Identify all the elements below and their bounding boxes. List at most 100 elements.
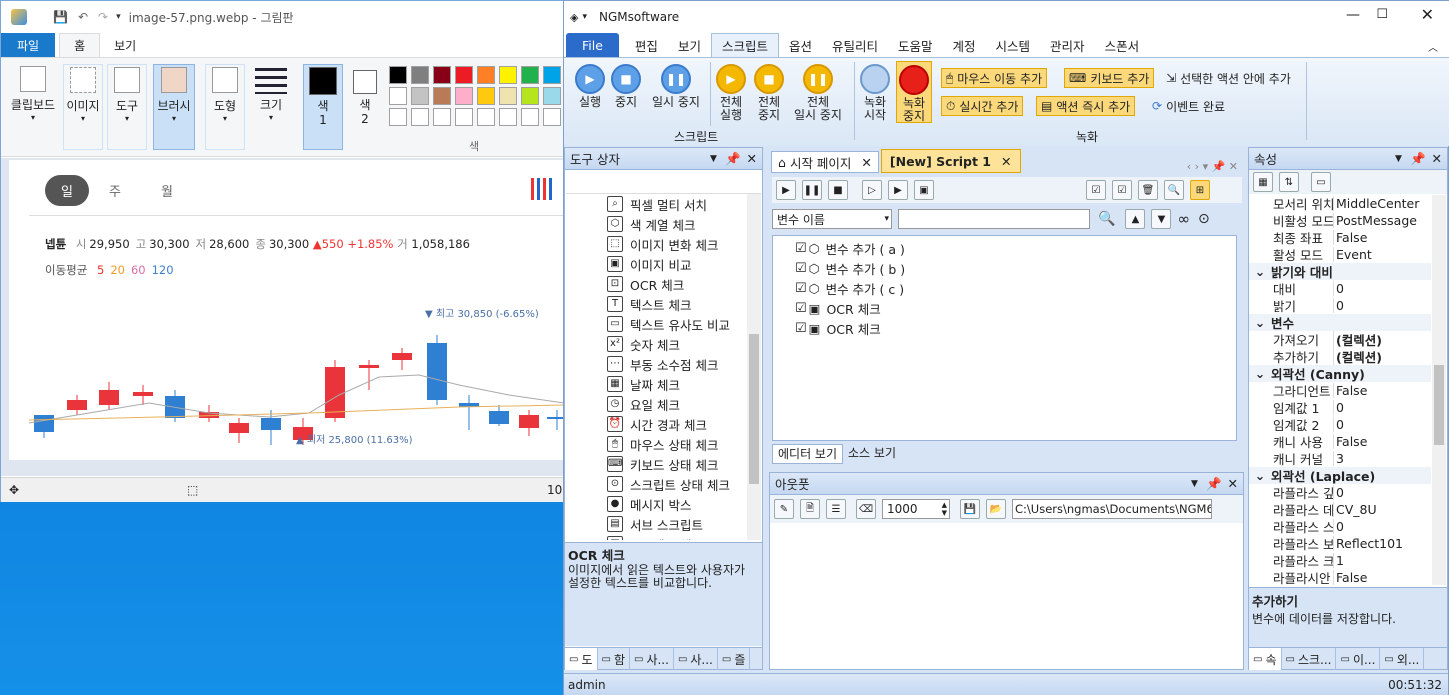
palette-color[interactable] <box>477 66 495 84</box>
count-input[interactable]: 1000 ▲ ▼ <box>882 499 950 519</box>
palette-color[interactable] <box>521 87 539 105</box>
property-pages-icon[interactable]: ▭ <box>1311 172 1331 192</box>
palette-color[interactable] <box>499 87 517 105</box>
variable-select[interactable]: 변수 이름 ▾ <box>772 209 892 229</box>
action-row[interactable]: ☑ ▣ OCR 체크 <box>795 318 1236 338</box>
toolbox-item[interactable]: ⊡ OCR 체크 <box>607 274 747 294</box>
save-icon[interactable]: 💾 <box>53 10 68 24</box>
check-all-icon[interactable]: ☑ <box>1086 180 1106 200</box>
add-action-now-button[interactable]: ▤ 액션 즉시 추가 <box>1036 96 1136 116</box>
menu-9[interactable]: 관리자 <box>1040 33 1095 57</box>
redo-icon[interactable]: ↷ <box>98 10 108 24</box>
props-tab[interactable]: ▭ 속 <box>1249 648 1282 670</box>
checkbox[interactable]: ☑ <box>795 321 807 336</box>
menu-6[interactable]: 도움말 <box>888 33 943 57</box>
pin-icon[interactable]: 📌 <box>1206 476 1222 492</box>
palette-color[interactable] <box>499 66 517 84</box>
property-row[interactable]: 밝기 0 <box>1249 297 1431 314</box>
palette-color[interactable] <box>433 87 451 105</box>
scroll-thumb[interactable] <box>749 334 759 484</box>
search-icon[interactable]: 🔍 <box>1098 211 1115 227</box>
action-row[interactable]: ☑ ⬡ 변수 추가 ( a ) <box>795 238 1236 258</box>
event-complete-button[interactable]: ⟳ 이벤트 완료 <box>1148 96 1229 116</box>
props-tab[interactable]: ▭ 외... <box>1380 648 1425 670</box>
property-row[interactable]: 추가하기 (컬렉션) <box>1249 348 1431 365</box>
tab-close-icon[interactable]: ✕ <box>861 155 871 170</box>
ribbon-collapse-icon[interactable]: ︿ <box>1428 39 1438 54</box>
pause-icon[interactable]: ❚❚ <box>802 180 822 200</box>
tab-editor-view[interactable]: 에디터 보기 <box>772 444 844 464</box>
collapse-icon[interactable]: ⌄ <box>1249 315 1271 330</box>
panel-menu-icon[interactable]: ▼ <box>1191 479 1198 489</box>
action-row[interactable]: ☑ ⬡ 변수 추가 ( b ) <box>795 258 1236 278</box>
panel-close-icon[interactable]: ✕ <box>1432 151 1442 166</box>
menu-5[interactable]: 유틸리티 <box>822 33 888 57</box>
eraser-icon[interactable]: ⌫ <box>856 499 876 519</box>
save-icon[interactable]: 💾 <box>960 499 980 519</box>
collapse-icon[interactable]: ⌄ <box>1249 468 1271 483</box>
menu-1[interactable]: 편집 <box>625 33 668 57</box>
delete-icon[interactable]: 🗑 <box>1138 180 1158 200</box>
toolbox-item[interactable]: ▭ 텍스트 유사도 비교 <box>607 314 747 334</box>
toolbox-tab[interactable]: ▭ 사... <box>630 648 674 670</box>
record-stop-button[interactable]: 녹화 중지 <box>896 61 932 123</box>
props-scrollbar[interactable] <box>1432 195 1446 585</box>
props-tab[interactable]: ▭ 이... <box>1336 648 1381 670</box>
color2-tool[interactable]: 색 2 <box>347 64 383 150</box>
sort-az-icon[interactable]: ⇅ <box>1279 172 1299 192</box>
step-into-icon[interactable]: ▶ <box>888 180 908 200</box>
close-button[interactable]: ✕ <box>1421 5 1434 24</box>
property-row[interactable]: 최종 좌표 False <box>1249 229 1431 246</box>
stop-button[interactable]: ■ 중지 <box>610 64 642 109</box>
broom-icon[interactable]: ✎ <box>774 499 794 519</box>
palette-color-empty[interactable] <box>455 108 473 126</box>
qat-dropdown-icon[interactable]: ▾ <box>582 12 587 22</box>
add-keyboard-button[interactable]: ⌨ 키보드 추가 <box>1064 68 1155 88</box>
toolbox-scrollbar[interactable] <box>747 194 761 540</box>
property-row[interactable]: 라플라시안 False <box>1249 569 1431 585</box>
palette-color[interactable] <box>455 66 473 84</box>
toolbox-item[interactable]: ◷ 요일 체크 <box>607 394 747 414</box>
toolbox-item[interactable]: 🖱 마우스 상태 체크 <box>607 434 747 454</box>
action-row[interactable]: ☑ ▣ OCR 체크 <box>795 298 1236 318</box>
color1-tool[interactable]: 색 1 <box>303 64 343 150</box>
list-icon[interactable]: ☰ <box>826 499 846 519</box>
size-tool[interactable]: 크기 ▾ <box>251 64 291 150</box>
property-row[interactable]: 임계값 20 <box>1249 416 1431 433</box>
add-into-selected-button[interactable]: ⇲ 선택한 액션 안에 추가 <box>1162 68 1295 88</box>
checkbox[interactable]: ☑ <box>795 241 807 256</box>
run-button[interactable]: ▶ 실행 <box>572 64 608 109</box>
maximize-button[interactable]: ☐ <box>1376 7 1388 22</box>
toolbox-item[interactable]: ⋯ 부동 소수점 체크 <box>607 354 747 374</box>
record-start-button[interactable]: 녹화 시작 <box>858 64 892 122</box>
tree-icon[interactable]: ⊞ <box>1190 180 1210 200</box>
pin-icon[interactable]: 📌 <box>725 151 741 167</box>
property-category[interactable]: ⌄ 변수 <box>1249 314 1431 331</box>
step-over-icon[interactable]: ▣ <box>914 180 934 200</box>
property-category[interactable]: ⌄ 외곽선 (Canny) <box>1249 365 1431 382</box>
search-icon[interactable]: 🔍 <box>1164 180 1184 200</box>
toolbox-item[interactable]: ● 메시지 박스 <box>607 494 747 514</box>
up-icon[interactable]: ▲ <box>1125 209 1146 229</box>
palette-color[interactable] <box>411 87 429 105</box>
file-icon[interactable]: 🗎 <box>800 499 820 519</box>
tab-source-view[interactable]: 소스 보기 <box>843 444 901 464</box>
toolbox-item[interactable]: ⊙ 스크립트 상태 체크 <box>607 474 747 494</box>
toolbox-tab[interactable]: ▭ 도 <box>565 648 598 670</box>
variable-value-input[interactable] <box>898 209 1090 229</box>
brush-tool[interactable]: 브러시 ▾ <box>153 64 195 150</box>
toolbox-item[interactable]: ⌕ 픽셀 멀티 서치 <box>607 194 747 214</box>
run-icon[interactable]: ▶ <box>776 180 796 200</box>
property-row[interactable]: 라플라스 데이터CV_8U <box>1249 501 1431 518</box>
property-row[interactable]: 라플라스 보더Reflect101 <box>1249 535 1431 552</box>
menu-8[interactable]: 시스템 <box>986 33 1041 57</box>
menu-7[interactable]: 계정 <box>943 33 986 57</box>
props-tab[interactable]: ▭ 스크... <box>1282 648 1337 670</box>
minimize-button[interactable]: — <box>1346 7 1360 23</box>
action-row[interactable]: ☑ ⬡ 변수 추가 ( c ) <box>795 278 1236 298</box>
toolbox-item[interactable]: x² 숫자 체크 <box>607 334 747 354</box>
toolbox-search[interactable] <box>566 170 761 194</box>
toolbox-tab[interactable]: ▭ 함 <box>598 648 630 670</box>
property-row[interactable]: 비활성 모드 PostMessage <box>1249 212 1431 229</box>
menu-4[interactable]: 옵션 <box>779 33 822 57</box>
